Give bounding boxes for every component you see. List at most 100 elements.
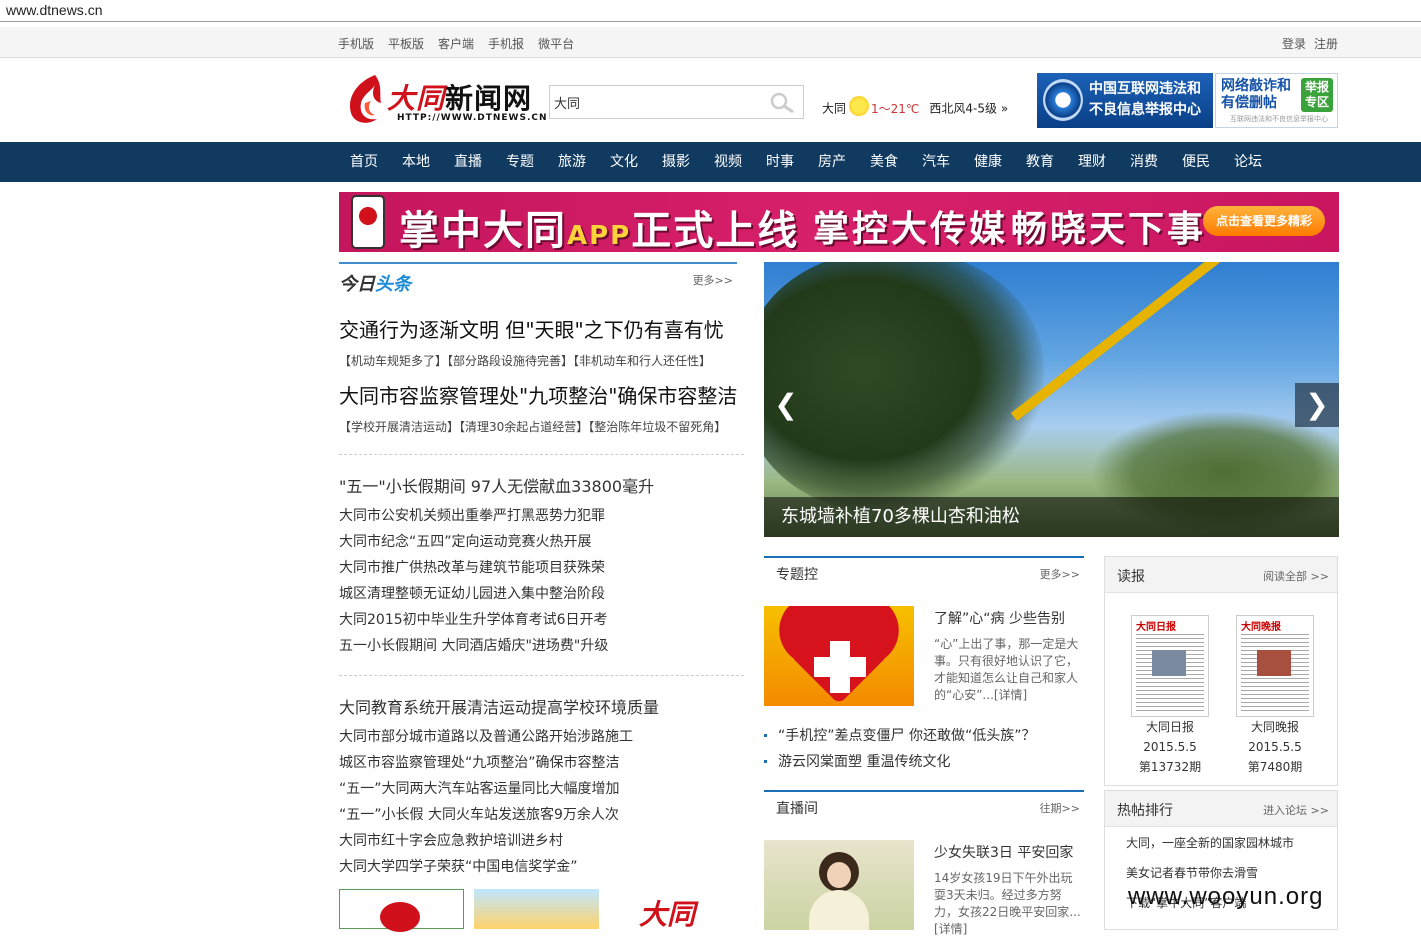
girl-photo-thumb[interactable] [764,840,914,930]
auth-links: 登录 注册 [1282,35,1346,52]
nav-topics[interactable]: 专题 [494,142,546,182]
login-link[interactable]: 登录 [1282,37,1306,51]
top-link-client[interactable]: 客户端 [438,37,474,51]
nav-local[interactable]: 本地 [390,142,442,182]
sun-icon [849,96,870,116]
topics-desc[interactable]: “心”上出了事，那一定是大事。只有很好地认识了它，才能知道怎么让自己和家人的“心… [934,636,1084,704]
banner-cta-button[interactable]: 点击查看更多精彩 [1203,206,1325,236]
list-item[interactable]: 大同大学四学子荣获“中国电信奖学金” [339,854,633,880]
top-link-mobile-paper[interactable]: 手机报 [488,37,524,51]
nav-service[interactable]: 便民 [1170,142,1222,182]
headlines-title: 今日头条 [339,274,411,295]
topics-more-link[interactable]: 更多>> [1040,566,1080,582]
top-link-tablet[interactable]: 平板版 [388,37,424,51]
list-item[interactable]: 五一小长假期间 大同酒店婚庆"进场费"升级 [339,633,608,659]
promo-thumb[interactable] [474,889,599,929]
hot-posts-more-link[interactable]: 进入论坛 >> [1263,802,1329,818]
weather-wind: 西北风4-5级 [929,101,998,116]
live-headline[interactable]: 少女失联3日 平安回家 [934,842,1073,862]
top-bar: 手机版 平板版 客户端 手机报 微平台 登录 注册 [0,27,1421,58]
flame-logo-icon [350,75,381,123]
list-item[interactable]: “手机控”差点变僵尸 你还敢做“低头族”？ [764,723,1035,749]
weather-widget[interactable]: 大同 1～21℃ 西北风4-5级 » [822,96,1008,119]
register-link[interactable]: 注册 [1314,37,1338,51]
nav-finance[interactable]: 理财 [1066,142,1118,182]
list-item[interactable]: 城区市容监察管理处“九项整治”确保市容整洁 [339,750,633,776]
live-more-link[interactable]: 往期>> [1040,800,1080,816]
list-item[interactable]: 城区清理整顿无证幼儿园进入集中整治阶段 [339,581,608,607]
top-headline-1[interactable]: 交通行为逐渐文明 但"天眼"之下仍有喜有忧 [339,314,724,343]
report-center-emblem-icon [1043,79,1083,121]
list-item[interactable]: 大同市红十字会应急救护培训进乡村 [339,828,633,854]
weather-city: 大同 [822,101,847,116]
phone-icon [351,195,385,249]
partner-logo-thumb[interactable] [339,889,464,932]
list-item[interactable]: 大同2015初中毕业生升学体育考试6日开考 [339,607,608,633]
headlines-more-link[interactable]: 更多>> [693,272,733,288]
newspaper-more-link[interactable]: 阅读全部 >> [1263,568,1329,584]
slider-next-icon[interactable]: ❯ [1295,383,1339,427]
list-item[interactable]: “五一”大同两大汽车站客运量同比大幅度增加 [339,776,633,802]
topics-headline[interactable]: 了解”心“病 少些告别 [934,608,1065,628]
news-list-1: 大同市公安机关频出重拳严打黑恶势力犯罪 大同市纪念“五四”定向运动竞赛火热开展 … [339,503,608,659]
newspaper-box: 读报 阅读全部 >> 大同日报 大同晚报 大同日报 2015.5.5 第13732期… [1104,556,1338,786]
search-icon[interactable] [769,92,795,114]
nav-consume[interactable]: 消费 [1118,142,1170,182]
main-nav: 首页 本地 直播 专题 旅游 文化 摄影 视频 时事 房产 美食 汽车 健康 教… [0,142,1421,182]
top-link-weplatform[interactable]: 微平台 [538,37,574,51]
nav-live[interactable]: 直播 [442,142,494,182]
list-item[interactable]: 游云冈棠面塑 重温传统文化 [764,749,1035,775]
nav-food[interactable]: 美食 [858,142,910,182]
nav-education[interactable]: 教育 [1014,142,1066,182]
partner-thumbs: 大同 [339,889,744,932]
extortion-report-ad[interactable]: 网络敲诈和 有偿删帖 举报专区 互联网违法和不良信息举报中心 [1215,73,1338,128]
slider-prev-icon[interactable]: ❮ [764,383,808,427]
nav-house[interactable]: 房产 [806,142,858,182]
ad2-tag: 举报专区 [1301,78,1333,112]
list-item[interactable]: 大同市公安机关频出重拳严打黑恶势力犯罪 [339,503,608,529]
list-item[interactable]: 大同市推广供热改革与建筑节能项目获殊荣 [339,555,608,581]
datong-logo-thumb[interactable]: 大同 [639,893,695,933]
search-input[interactable] [550,86,760,118]
nav-video[interactable]: 视频 [702,142,754,182]
live-section-head: 直播间 往期>> [764,790,1084,820]
watermark: www.wooyun.org [1128,883,1324,910]
ad1-line1: 中国互联网违法和 [1089,81,1201,97]
hot-posts-title: 热帖排行 [1117,803,1173,819]
slide-caption[interactable]: 东城墙补植70多棵山杏和油松 [764,497,1339,537]
nav-forum[interactable]: 论坛 [1222,142,1274,182]
nav-photo[interactable]: 摄影 [650,142,702,182]
topics-list: “手机控”差点变僵尸 你还敢做“低头族”？ 游云冈棠面塑 重温传统文化 [764,723,1035,775]
newspaper-box-head: 读报 阅读全部 >> [1105,557,1337,593]
newspaper-cover-2[interactable]: 大同晚报 [1236,615,1314,717]
list-item[interactable]: 大同市纪念“五四”定向运动竞赛火热开展 [339,529,608,555]
newspaper-cover-1[interactable]: 大同日报 [1131,615,1209,717]
nav-travel[interactable]: 旅游 [546,142,598,182]
lead-story-1[interactable]: "五一"小长假期间 97人无偿献血33800毫升 [339,473,654,497]
list-item[interactable]: 大同市部分城市道路以及普通公路开始涉路施工 [339,724,633,750]
lead-story-2[interactable]: 大同教育系统开展清洁运动提高学校环境质量 [339,694,659,718]
top-link-mobile[interactable]: 手机版 [338,37,374,51]
address-bar[interactable]: www.dtnews.cn [0,0,1421,22]
top-headline-2-subs[interactable]: 【学校开展清洁运动】【清理30余起占道经营】【整治陈年垃圾不留死角】 [339,418,726,435]
headlines-section-head: 今日头条 更多>> [339,262,737,295]
hot-posts-head: 热帖排行 进入论坛 >> [1105,791,1337,827]
top-headline-2[interactable]: 大同市容监察管理处"九项整治"确保市容整洁 [339,380,737,409]
nav-culture[interactable]: 文化 [598,142,650,182]
report-center-ad[interactable]: 中国互联网违法和 不良信息举报中心 [1037,73,1213,128]
logo-url: HTTP://WWW.DTNEWS.CN [397,113,548,123]
nav-auto[interactable]: 汽车 [910,142,962,182]
nav-home[interactable]: 首页 [338,142,390,182]
list-item[interactable]: “五一”小长假 大同火车站发送旅客9万余人次 [339,802,633,828]
nav-health[interactable]: 健康 [962,142,1014,182]
nav-news[interactable]: 时事 [754,142,806,182]
live-desc[interactable]: 14岁女孩19日下午外出玩耍3天未归。经过多方努力，女孩22日晚平安回家...[… [934,870,1084,938]
list-item[interactable]: 大同，一座全新的国家园林城市 [1126,831,1294,861]
newspaper-info-1: 大同日报 2015.5.5 第13732期 [1138,720,1202,774]
divider [339,675,744,676]
heart-health-thumb[interactable] [764,606,914,706]
top-headline-1-subs[interactable]: 【机动车规矩多了】【部分路段设施待完善】【非机动车和行人还任性】 [339,352,711,369]
photo-slider[interactable]: 东城墙补植70多棵山杏和油松 ❮ ❯ [764,262,1339,537]
app-launch-banner[interactable]: 掌中大同APP正式上线 掌控大传媒 畅晓天下事 点击查看更多精彩 [339,192,1339,252]
site-logo[interactable]: 大同新闻网 HTTP://WWW.DTNEWS.CN [345,73,547,128]
